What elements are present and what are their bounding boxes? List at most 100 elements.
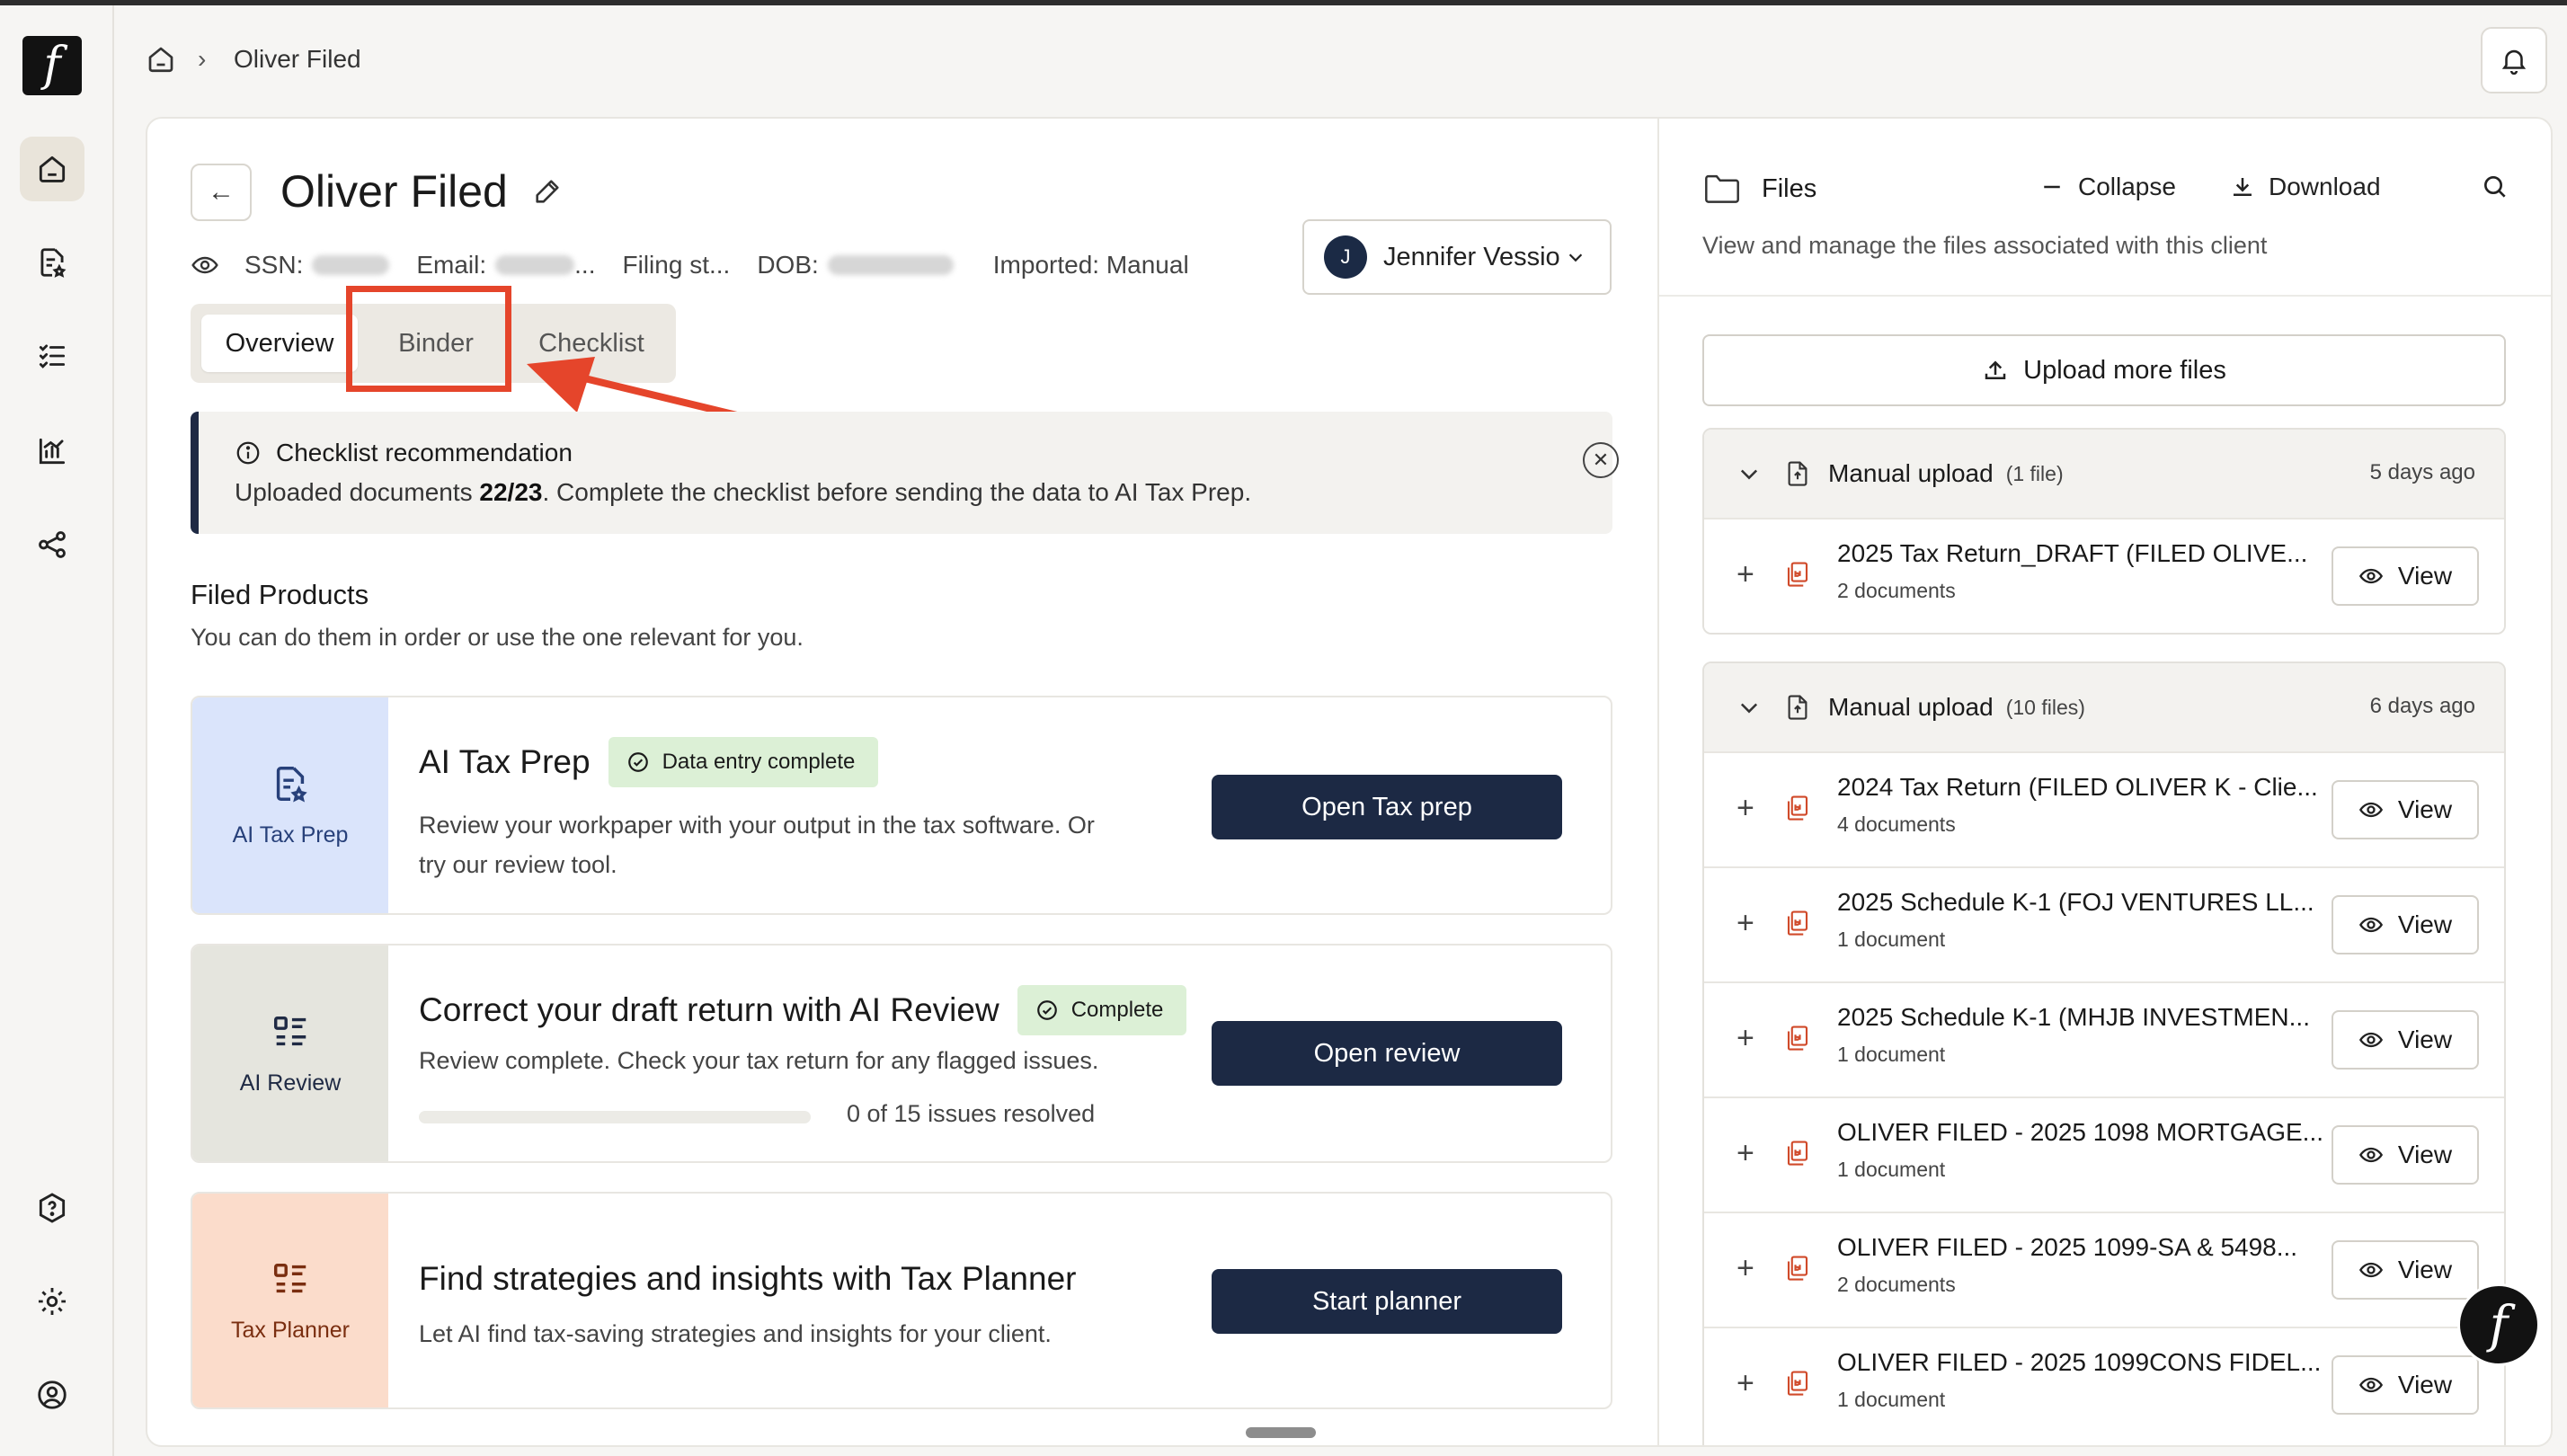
nav-documents-icon[interactable] [20,230,84,295]
tab-overview[interactable]: Overview [201,315,358,372]
breadcrumb-home-icon[interactable] [145,43,177,75]
file-name: 2025 Schedule K-1 (MHJB INVESTMEN... [1837,1003,2310,1031]
nav-share-icon[interactable] [20,512,84,577]
start-planner-button[interactable]: Start planner [1212,1269,1562,1334]
back-button[interactable]: ← [191,164,252,221]
client-name-title: Oliver Filed [280,166,508,217]
upload-more-files-button[interactable]: Upload more files [1702,334,2506,406]
product-tile[interactable]: Tax Planner [192,1194,388,1407]
close-icon[interactable]: ✕ [1583,442,1619,478]
file-document-count: 1 document [1837,1388,1946,1411]
product-description: Review your workpaper with your output i… [419,812,1095,878]
breadcrumb-current: Oliver Filed [234,45,361,73]
expand-plus-icon[interactable]: + [1736,906,1754,941]
file-name: OLIVER FILED - 2025 1099-SA & 5498... [1837,1233,2298,1261]
view-file-button[interactable]: View [2332,1010,2479,1070]
pdf-file-icon [1787,1371,1808,1396]
checklist-recommendation-banner: Checklist recommendation Uploaded docume… [191,412,1619,534]
files-pane: Files Collapse Download View and manage … [1657,119,2551,1445]
window-top-border [0,0,2567,5]
view-file-button[interactable]: View [2332,1355,2479,1415]
expand-plus-icon[interactable]: + [1736,791,1754,826]
product-tile[interactable]: AI Tax Prep [192,697,388,913]
group-timestamp: 5 days ago [2369,460,2475,484]
file-row[interactable]: + OLIVER FILED - 2025 1099CONS FIDEL... … [1704,1327,2504,1442]
eye-icon [2358,1032,2383,1048]
scroll-handle[interactable] [1246,1427,1316,1438]
file-document-count: 1 document [1837,1043,1946,1066]
file-upload-icon [1788,695,1808,720]
file-group-header[interactable]: Manual upload (1 file) 5 days ago [1704,430,2504,518]
group-label: Manual upload [1828,459,1994,487]
pdf-file-icon [1787,1256,1808,1281]
file-row[interactable]: + OLIVER FILED - 2025 1098 MORTGAGE... 1… [1704,1096,2504,1212]
download-button[interactable]: Download [2229,173,2381,201]
ssn-field: SSN: [244,251,390,280]
product-tile[interactable]: AI Review [192,946,388,1161]
notifications-button[interactable] [2481,27,2547,93]
view-file-button[interactable]: View [2332,546,2479,606]
eye-icon [2358,1147,2383,1163]
chevron-down-icon [1740,703,1758,714]
email-field: Email:... [416,251,596,279]
nav-account-icon[interactable] [20,1363,84,1427]
file-document-count: 1 document [1837,928,1946,951]
nav-analytics-icon[interactable] [20,419,84,484]
product-description: Review complete. Check your tax return f… [419,1047,1099,1074]
search-icon[interactable] [2481,173,2509,201]
binder-tab-highlight-box [346,286,511,392]
expand-plus-icon[interactable]: + [1736,1136,1754,1171]
file-group-header[interactable]: Manual upload (10 files) 6 days ago [1704,663,2504,751]
file-row[interactable]: + 2025 Schedule K-1 (MHJB INVESTMEN... 1… [1704,981,2504,1096]
view-file-button[interactable]: View [2332,780,2479,839]
issues-progress-bar [419,1111,811,1123]
folder-icon [1705,174,1739,203]
file-row[interactable]: + 2024 Tax Return (FILED OLIVER K - Clie… [1704,751,2504,866]
collapse-button[interactable]: Collapse [2038,173,2176,201]
nav-checklist-icon[interactable] [20,324,84,388]
pdf-file-icon [1787,1141,1808,1166]
email-redacted [495,255,575,275]
open-review-button[interactable]: Open review [1212,1021,1562,1086]
open-tax-prep-button[interactable]: Open Tax prep [1212,775,1562,839]
file-upload-icon [1788,461,1808,486]
pdf-file-icon [1787,562,1808,587]
check-circle-icon [627,752,648,772]
nav-help-icon[interactable] [20,1176,84,1240]
assignee-select[interactable]: J Jennifer Vessio [1302,219,1612,295]
nav-home-icon[interactable] [20,137,84,201]
expand-plus-icon[interactable]: + [1736,1366,1754,1401]
file-group: Manual upload (10 files) 6 days ago + 20… [1702,661,2506,1445]
info-icon [236,441,260,465]
file-row[interactable]: + 2025 Schedule K-1 (FOJ VENTURES LL... … [1704,866,2504,981]
status-badge: Complete [1017,985,1187,1035]
nav-settings-icon[interactable] [20,1269,84,1334]
pdf-file-icon [1787,910,1808,936]
product-title: Correct your draft return with AI Review [419,991,999,1028]
eye-icon [2358,917,2383,933]
minus-icon [2044,185,2060,189]
product-card-ai-tax-prep: AI Tax Prep AI Tax Prep Data entry compl… [191,696,1612,915]
view-file-button[interactable]: View [2332,1125,2479,1185]
download-icon [2234,178,2252,196]
view-file-button[interactable]: View [2332,1240,2479,1300]
expand-plus-icon[interactable]: + [1736,1021,1754,1056]
planner-list-icon [273,1263,306,1292]
pencil-icon[interactable] [532,176,563,207]
file-document-count: 2 documents [1837,579,1956,602]
bell-icon [2501,49,2527,75]
app-logo[interactable]: f [22,36,82,95]
expand-plus-icon[interactable]: + [1736,1251,1754,1286]
pdf-file-icon [1787,795,1808,821]
filed-products-subtitle: You can do them in order or use the one … [191,624,804,651]
dob-redacted [827,255,954,275]
assistant-chat-button[interactable]: f [2457,1283,2540,1366]
files-title: Files [1762,173,1817,203]
file-row[interactable]: + 2025 Tax Return_DRAFT (FILED OLIVE... … [1704,518,2504,633]
eye-icon[interactable] [191,251,219,280]
file-row[interactable]: + OLIVER FILED - 2025 1099-SA & 5498... … [1704,1212,2504,1327]
expand-plus-icon[interactable]: + [1736,557,1754,592]
pdf-file-icon [1787,1025,1808,1051]
view-file-button[interactable]: View [2332,895,2479,954]
group-timestamp: 6 days ago [2369,694,2475,718]
